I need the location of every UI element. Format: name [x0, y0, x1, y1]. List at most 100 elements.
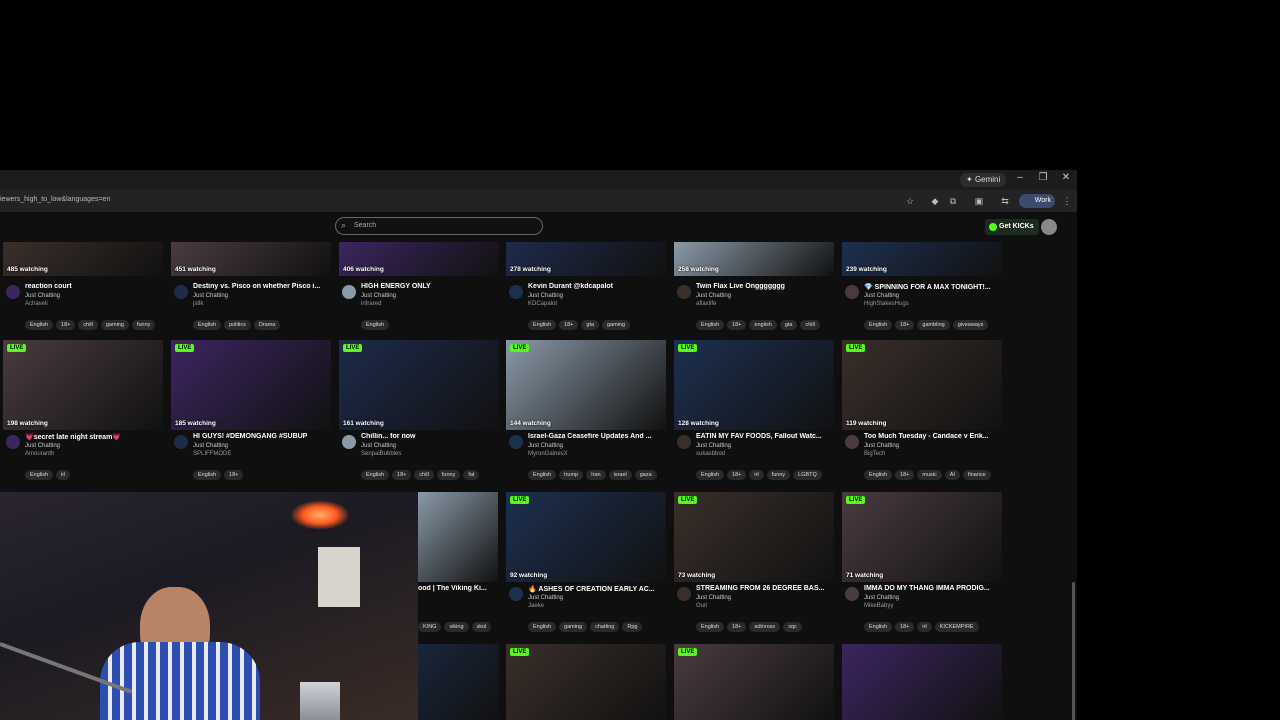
minimize-icon[interactable]: –	[1012, 172, 1028, 183]
stream-thumbnail[interactable]: 485 watching	[3, 242, 163, 276]
tag-pill[interactable]: English	[25, 470, 54, 480]
tag-pill[interactable]: 18+	[392, 470, 412, 480]
tag-pill[interactable]: 18+	[727, 622, 747, 632]
tag-pill[interactable]: fat	[463, 470, 480, 480]
stream-title[interactable]: Israel-Gaza Ceasefire Updates And ...	[528, 433, 664, 440]
tag-pill[interactable]: Drama	[253, 320, 281, 330]
stream-thumbnail[interactable]: LIVE	[506, 644, 666, 720]
tag-pill[interactable]: viking	[444, 622, 469, 632]
category-link[interactable]: Just Chatting	[696, 293, 731, 299]
tag-pill[interactable]: gaming	[100, 320, 129, 330]
stream-thumbnail[interactable]: 258 watching	[674, 242, 834, 276]
tag-pill[interactable]: 18+	[895, 470, 915, 480]
tag-pill[interactable]: 18+	[559, 320, 579, 330]
tag-pill[interactable]: English	[696, 320, 725, 330]
stream-thumbnail[interactable]: LIVE 185 watching	[171, 340, 331, 430]
tag-pill[interactable]: 18+	[895, 622, 915, 632]
tag-pill[interactable]: israel	[608, 470, 632, 480]
channel-avatar[interactable]	[677, 285, 691, 299]
get-kicks-button[interactable]: Get KICKs	[985, 219, 1039, 235]
tag-pill[interactable]: gta	[779, 320, 798, 330]
tag-pill[interactable]: funny	[766, 470, 791, 480]
stream-title[interactable]: Destiny vs. Pisco on whether Pisco i...	[193, 283, 329, 290]
stream-thumbnail[interactable]: LIVE	[674, 644, 834, 720]
tag-pill[interactable]: xqc	[783, 622, 802, 632]
channel-avatar[interactable]	[845, 435, 859, 449]
restore-icon[interactable]: ❐	[1035, 172, 1051, 183]
tag-pill[interactable]: English	[361, 320, 390, 330]
channel-name[interactable]: sukasbbod	[696, 451, 725, 457]
channel-avatar[interactable]	[174, 435, 188, 449]
tag-pill[interactable]: English	[528, 470, 557, 480]
tag-pill[interactable]: 18+	[224, 470, 244, 480]
tag-pill[interactable]: 18+	[895, 320, 915, 330]
tag-pill[interactable]: irl	[917, 622, 932, 632]
tag-pill[interactable]: English	[528, 622, 557, 632]
stream-thumbnail[interactable]: 406 watching	[339, 242, 499, 276]
stream-title[interactable]: HIGH ENERGY ONLY	[361, 283, 497, 290]
stream-thumbnail[interactable]: LIVE 92 watching	[506, 492, 666, 582]
tag-pill[interactable]: gaming	[602, 320, 631, 330]
channel-name[interactable]: KDCapalot	[528, 301, 557, 307]
category-link[interactable]: Just Chatting	[864, 443, 899, 449]
channel-avatar[interactable]	[845, 285, 859, 299]
channel-name[interactable]: Jaeke	[528, 603, 544, 609]
category-link[interactable]: Just Chatting	[25, 443, 60, 449]
channel-name[interactable]: MyronGainesX	[528, 451, 568, 457]
category-link[interactable]: Just Chatting	[193, 443, 228, 449]
tag-pill[interactable]: English	[193, 470, 222, 480]
category-link[interactable]: Just Chatting	[361, 293, 396, 299]
star-icon[interactable]: ☆	[904, 195, 916, 207]
tag-pill[interactable]: gaming	[559, 622, 588, 632]
stream-title[interactable]: ood | The Viking Ki...	[418, 585, 498, 592]
channel-name[interactable]: SenpaiBubbles	[361, 451, 401, 457]
profile-button[interactable]: Work	[1019, 194, 1055, 208]
gemini-button[interactable]: ✦ Gemini	[960, 173, 1007, 187]
tag-pill[interactable]: KING	[418, 622, 442, 632]
channel-name[interactable]: Ouri	[696, 603, 707, 609]
stream-title[interactable]: EATIN MY FAV FOODS, Fallout Watc...	[696, 433, 832, 440]
scrollbar[interactable]	[1072, 582, 1075, 720]
tag-pill[interactable]: English	[361, 470, 390, 480]
category-link[interactable]: Just Chatting	[696, 443, 731, 449]
channel-avatar[interactable]	[6, 435, 20, 449]
tag-pill[interactable]: skol	[471, 622, 492, 632]
channel-name[interactable]: Amouranth	[25, 451, 54, 457]
tag-pill[interactable]: 18+	[727, 470, 747, 480]
tag-pill[interactable]: English	[864, 470, 893, 480]
search-input[interactable]: ⌕ Search	[335, 217, 543, 235]
channel-avatar[interactable]	[677, 435, 691, 449]
tag-pill[interactable]: Iran	[586, 470, 606, 480]
channel-name[interactable]: MikeBabyy	[864, 603, 893, 609]
stream-thumbnail[interactable]	[418, 492, 498, 582]
tag-pill[interactable]: giveaways	[952, 320, 989, 330]
tag-pill[interactable]: gambling	[917, 320, 950, 330]
tag-pill[interactable]: English	[528, 320, 557, 330]
tag-pill[interactable]: politics	[224, 320, 251, 330]
channel-name[interactable]: aflaxlife	[696, 301, 716, 307]
category-link[interactable]: Just Chatting	[864, 293, 899, 299]
stream-title[interactable]: 💎 SPINNING FOR A MAX TONIGHT!...	[864, 283, 1000, 291]
category-link[interactable]: Just Chatting	[696, 595, 731, 601]
stream-thumbnail[interactable]: LIVE 73 watching	[674, 492, 834, 582]
channel-name[interactable]: BigTech	[864, 451, 885, 457]
sidepanel-icon[interactable]: ▣	[973, 195, 985, 207]
tag-pill[interactable]: funny	[131, 320, 156, 330]
category-link[interactable]: Just Chatting	[528, 293, 563, 299]
channel-name[interactable]: HighStakesHugs	[864, 301, 909, 307]
channel-name[interactable]: SPLIFFMODE	[193, 451, 231, 457]
stream-thumbnail[interactable]: LIVE 119 watching	[842, 340, 1002, 430]
stream-title[interactable]: Too Much Tuesday - Candace v Erik...	[864, 433, 1000, 440]
tag-pill[interactable]: English	[696, 470, 725, 480]
tag-pill[interactable]: funny	[436, 470, 461, 480]
channel-avatar[interactable]	[845, 587, 859, 601]
tag-pill[interactable]: irl	[56, 470, 71, 480]
channel-avatar[interactable]	[509, 285, 523, 299]
channel-avatar[interactable]	[677, 587, 691, 601]
stream-title[interactable]: Twin Flax Live Onggggggg	[696, 283, 832, 290]
address-bar[interactable]: iewers_high_to_low&languages=en ☆ ◆ ⧉ ▣ …	[0, 190, 1077, 212]
tag-pill[interactable]: english	[749, 320, 777, 330]
extension-icon[interactable]: ◆	[929, 195, 941, 207]
tag-pill[interactable]: chill	[800, 320, 820, 330]
channel-avatar[interactable]	[6, 285, 20, 299]
